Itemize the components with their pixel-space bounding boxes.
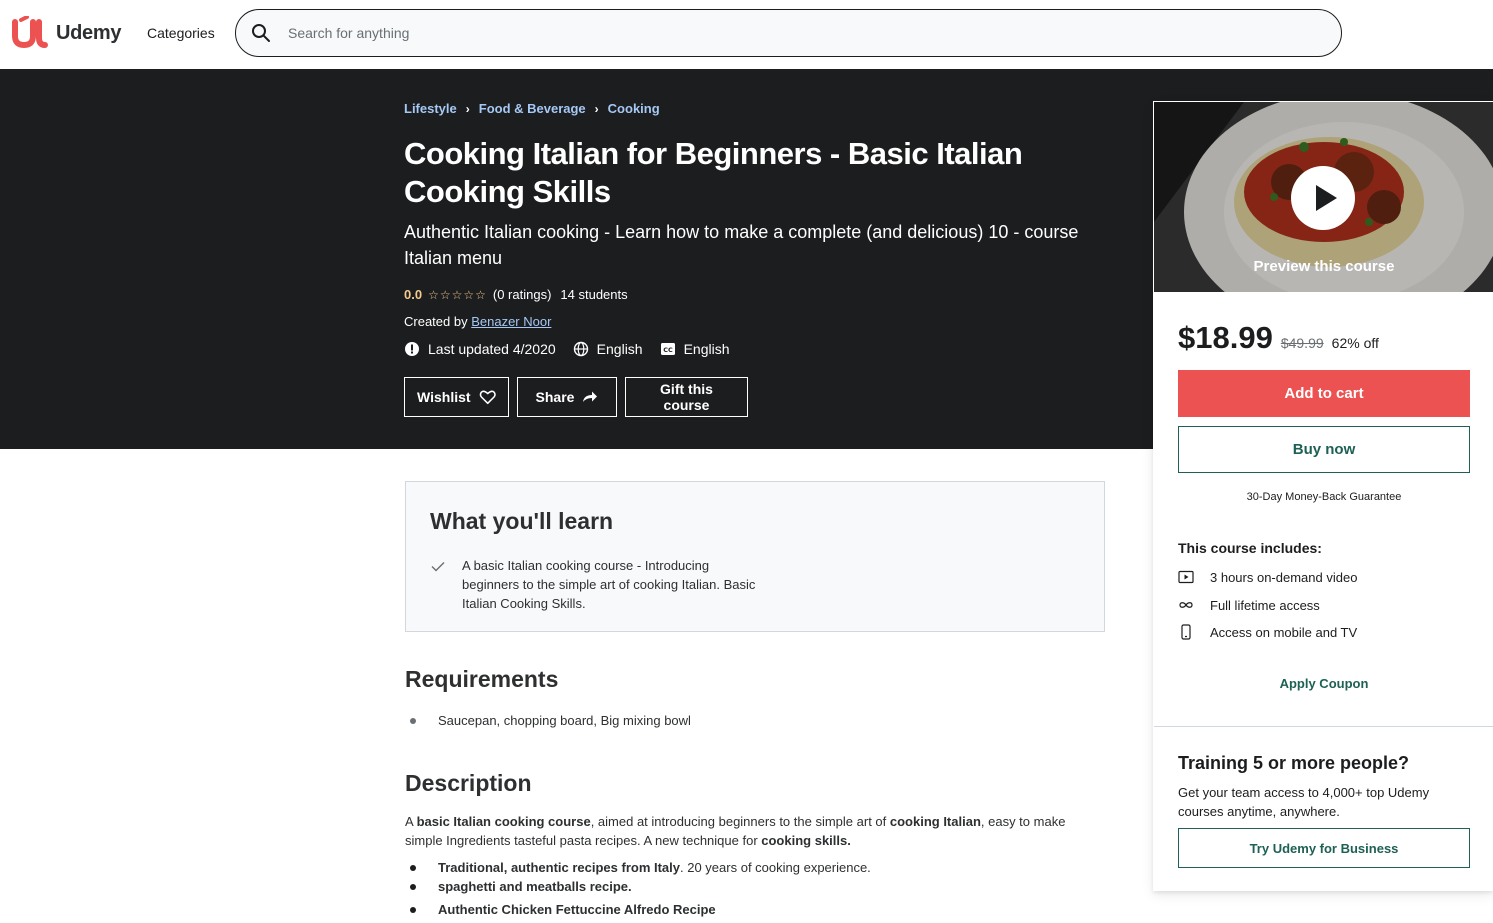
course-includes-title: This course includes:	[1178, 540, 1322, 556]
description-list-item: Authentic Chicken Fettuccine Alfredo Rec…	[405, 900, 1095, 919]
course-subtitle: Authentic Italian cooking - Learn how to…	[404, 222, 1079, 268]
gift-label: Gift this course	[660, 381, 713, 413]
chevron-right-icon: ›	[594, 101, 599, 116]
categories-menu[interactable]: Categories	[147, 25, 215, 41]
students-count: 14 students	[560, 287, 628, 302]
top-navigation-bar: Udemy Categories	[0, 0, 1493, 69]
search-input[interactable]	[288, 25, 1188, 41]
course-language: English	[573, 341, 643, 357]
play-icon[interactable]	[1291, 166, 1355, 230]
business-title: Training 5 or more people?	[1178, 753, 1410, 773]
check-icon	[431, 562, 445, 572]
description-paragraph: A basic Italian cooking course, aimed at…	[405, 812, 1095, 850]
course-actions: Wishlist Share Gift this course	[404, 377, 756, 417]
rating-row: 0.0 ☆☆☆☆☆ (0 ratings) 14 students	[404, 287, 628, 302]
desc-text: A	[405, 814, 417, 829]
share-label: Share	[535, 389, 575, 405]
gift-course-button[interactable]: Gift this course	[625, 377, 748, 417]
desc-bold-text: cooking skills.	[761, 833, 851, 848]
include-item-lifetime: Full lifetime access	[1178, 597, 1320, 613]
search-bar[interactable]	[235, 9, 1342, 57]
last-updated-text: Last updated 4/2020	[428, 341, 556, 357]
course-captions: CC English	[660, 341, 730, 357]
description-list: Traditional, authentic recipes from Ital…	[405, 858, 1095, 919]
desc-bold-text: Authentic Chicken Fettuccine Alfredo Rec…	[438, 902, 716, 917]
business-description: Get your team access to 4,000+ top Udemy…	[1178, 785, 1430, 819]
desc-bold-text: spaghetti and meatballs recipe.	[438, 879, 632, 894]
include-item-label: Access on mobile and TV	[1210, 624, 1358, 640]
card-divider	[1154, 726, 1493, 727]
include-item-video: 3 hours on-demand video	[1178, 569, 1357, 585]
buy-now-button[interactable]: Buy now	[1178, 426, 1470, 473]
money-back-guarantee: 30-Day Money-Back Guarantee	[1246, 491, 1402, 503]
apply-coupon-link[interactable]: Apply Coupon	[1154, 676, 1493, 691]
svg-text:CC: CC	[663, 346, 673, 354]
language-text: English	[596, 341, 643, 357]
ratings-count[interactable]: (0 ratings)	[493, 287, 552, 302]
breadcrumb: Lifestyle › Food & Beverage › Cooking	[404, 101, 660, 116]
instructor-link[interactable]: Benazer Noor	[471, 314, 551, 329]
infinity-icon	[1179, 602, 1193, 608]
course-preview[interactable]: Preview this course	[1154, 102, 1493, 292]
current-price: $18.99	[1178, 320, 1273, 355]
wishlist-label: Wishlist	[417, 389, 471, 405]
bullet-icon	[410, 906, 416, 913]
requirement-text: Saucepan, chopping board, Big mixing bow…	[438, 713, 691, 728]
description-list-item: spaghetti and meatballs recipe.	[405, 877, 1095, 896]
last-updated: Last updated 4/2020	[404, 341, 556, 357]
add-to-cart-button[interactable]: Add to cart	[1178, 370, 1470, 417]
udemy-logo-icon	[12, 16, 48, 49]
rating-value: 0.0	[404, 287, 423, 302]
search-icon[interactable]	[251, 23, 271, 43]
bullet-icon	[410, 883, 416, 890]
bullet-icon	[410, 717, 416, 724]
heart-icon	[479, 390, 496, 405]
discount-percent: 62% off	[1331, 335, 1379, 351]
mobile-icon	[1181, 624, 1191, 640]
globe-icon	[573, 341, 588, 357]
created-by-row: Created by Benazer Noor	[404, 314, 551, 329]
wishlist-button[interactable]: Wishlist	[404, 377, 509, 417]
alert-badge-icon	[405, 342, 419, 356]
udemy-logo[interactable]: Udemy	[12, 16, 122, 50]
try-business-button[interactable]: Try Udemy for Business	[1178, 828, 1470, 868]
course-meta-row: Last updated 4/2020 English CC English	[404, 341, 747, 357]
description-list-item: Traditional, authentic recipes from Ital…	[405, 858, 1095, 877]
include-item-label: Full lifetime access	[1210, 597, 1320, 613]
desc-bold-text: Traditional, authentic recipes from Ital…	[438, 860, 681, 875]
what-you-learn-title: What you'll learn	[430, 508, 614, 534]
requirement-item: Saucepan, chopping board, Big mixing bow…	[405, 713, 691, 728]
breadcrumb-cooking[interactable]: Cooking	[608, 101, 660, 116]
star-rating-icon: ☆☆☆☆☆	[428, 287, 487, 302]
breadcrumb-food-beverage[interactable]: Food & Beverage	[479, 101, 586, 116]
description-title: Description	[405, 770, 532, 796]
course-title: Cooking Italian for Beginners - Basic It…	[404, 136, 1023, 209]
purchase-sidebar-card: Preview this course $18.99 $49.99 62% of…	[1153, 101, 1493, 891]
desc-text: , aimed at introducing beginners to the …	[590, 814, 890, 829]
logo-text: Udemy	[56, 21, 122, 44]
created-by-label: Created by	[404, 314, 468, 329]
original-price: $49.99	[1280, 335, 1324, 351]
desc-bold-text: basic Italian cooking course	[416, 814, 591, 829]
share-button[interactable]: Share	[517, 377, 617, 417]
include-item-label: 3 hours on-demand video	[1210, 569, 1358, 585]
chevron-right-icon: ›	[465, 101, 470, 116]
what-you-learn-box: What you'll learn A basic Italian cookin…	[405, 481, 1105, 632]
bullet-icon	[410, 864, 416, 871]
include-item-mobile: Access on mobile and TV	[1178, 624, 1357, 640]
video-icon	[1178, 570, 1194, 584]
desc-bold-text: cooking Italian	[889, 814, 981, 829]
closed-captions-icon: CC	[660, 343, 675, 355]
learn-item-text: A basic Italian cooking course - Introdu…	[462, 558, 756, 611]
desc-text: . 20 years of cooking experience.	[680, 860, 871, 875]
captions-text: English	[683, 341, 730, 357]
share-arrow-icon	[583, 391, 598, 402]
breadcrumb-lifestyle[interactable]: Lifestyle	[404, 101, 457, 116]
preview-label: Preview this course	[1253, 258, 1395, 275]
requirements-title: Requirements	[405, 666, 559, 692]
price-row: $18.99 $49.99 62% off	[1178, 320, 1379, 356]
learn-item: A basic Italian cooking course - Introdu…	[430, 556, 762, 613]
